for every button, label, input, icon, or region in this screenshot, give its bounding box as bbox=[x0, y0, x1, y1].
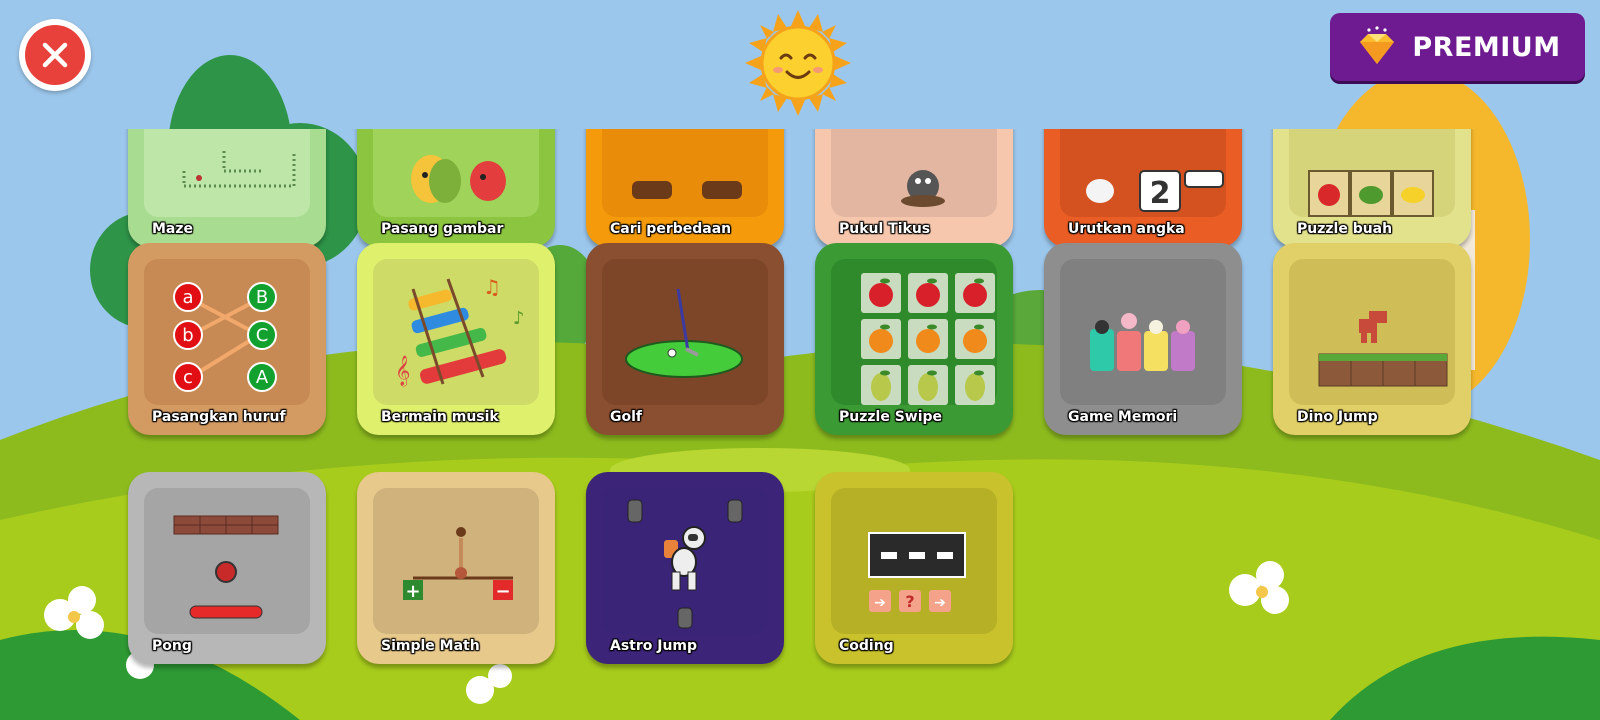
pear-icon bbox=[918, 373, 938, 401]
treble-clef-icon: 𝄞 bbox=[395, 355, 410, 387]
game-label: Puzzle Swipe bbox=[839, 409, 943, 425]
game-label: Simple Math bbox=[381, 638, 480, 654]
leaf bbox=[927, 278, 937, 284]
memory-cups-art bbox=[1090, 313, 1195, 371]
game-tile-maze[interactable]: Maze bbox=[128, 129, 326, 247]
apple-icon bbox=[963, 283, 987, 307]
leaf bbox=[974, 278, 984, 284]
game-grid[interactable]: Maze Pasang gambar Cari perbedaan Pukul … bbox=[0, 129, 1600, 720]
game-tile-cari-perbedaan[interactable]: Cari perbedaan bbox=[586, 129, 784, 247]
game-label: Urutkan angka bbox=[1068, 221, 1185, 237]
xylophone-art: 𝄞 ♫ ♪ bbox=[395, 275, 525, 387]
game-label: Cari perbedaan bbox=[610, 221, 732, 237]
coding-art: ➔ ? ➔ bbox=[868, 532, 966, 612]
game-label: Pasang gambar bbox=[381, 221, 504, 237]
apple-icon bbox=[916, 283, 940, 307]
music-note-icon: ♫ bbox=[483, 275, 501, 299]
orange-icon bbox=[916, 329, 940, 353]
astronaut-art bbox=[627, 499, 743, 629]
svg-text:C: C bbox=[256, 325, 269, 346]
close-icon bbox=[25, 25, 85, 85]
number-order-art: 2 bbox=[1086, 170, 1224, 212]
svg-text:a: a bbox=[182, 287, 193, 308]
game-label: Astro Jump bbox=[610, 638, 698, 654]
game-label: Puzzle buah bbox=[1297, 221, 1393, 237]
svg-text:c: c bbox=[183, 367, 193, 388]
letter-match-art: a b c B C A bbox=[173, 282, 277, 392]
game-tile-game-memori[interactable]: Game Memori bbox=[1044, 243, 1242, 435]
premium-button[interactable]: PREMIUM bbox=[1330, 13, 1585, 81]
leaf bbox=[927, 324, 937, 330]
orange-icon bbox=[869, 329, 893, 353]
svg-text:B: B bbox=[256, 287, 268, 308]
game-label: Bermain musik bbox=[381, 409, 499, 425]
arrow-right-icon: ➔ bbox=[934, 595, 946, 611]
dino-art bbox=[1318, 311, 1448, 387]
game-tile-pong[interactable]: Pong bbox=[128, 472, 326, 664]
diamond-icon bbox=[1360, 26, 1395, 64]
svg-text:+: + bbox=[405, 581, 420, 602]
fruit-grid-art bbox=[861, 273, 995, 405]
fruit-pair-art bbox=[411, 155, 506, 203]
premium-label: PREMIUM bbox=[1412, 31, 1561, 63]
game-label: Golf bbox=[610, 409, 642, 425]
game-tile-dino-jump[interactable]: Dino Jump bbox=[1273, 243, 1471, 435]
maze-art bbox=[182, 151, 296, 188]
game-tile-pasangkan-huruf[interactable]: a b c B C A Pasangkan huruf bbox=[128, 243, 326, 435]
game-label: Dino Jump bbox=[1297, 409, 1378, 425]
close-button[interactable] bbox=[19, 19, 91, 91]
svg-text:A: A bbox=[256, 367, 269, 388]
fruit-puzzle-art bbox=[1308, 170, 1434, 217]
game-tile-urutkan-angka[interactable]: 2 Urutkan angka bbox=[1044, 129, 1242, 247]
svg-text:−: − bbox=[495, 581, 510, 602]
leaf bbox=[880, 324, 890, 330]
game-label: Pukul Tikus bbox=[839, 221, 931, 237]
leaf bbox=[974, 370, 984, 376]
orange-icon bbox=[963, 329, 987, 353]
game-tile-puzzle-swipe[interactable]: Puzzle Swipe bbox=[815, 243, 1013, 435]
leaf bbox=[880, 370, 890, 376]
spot-difference-art bbox=[632, 181, 742, 199]
arrow-right-icon: ➔ bbox=[874, 595, 886, 611]
golf-art bbox=[625, 288, 743, 378]
pear-icon bbox=[965, 373, 985, 401]
game-label: Pong bbox=[152, 638, 192, 654]
game-tile-coding[interactable]: ➔ ? ➔ Coding bbox=[815, 472, 1013, 664]
game-label: Pasangkan huruf bbox=[152, 409, 286, 425]
svg-text:b: b bbox=[182, 325, 193, 346]
pong-art bbox=[173, 515, 279, 619]
leaf bbox=[927, 370, 937, 376]
game-tile-puzzle-buah[interactable]: Puzzle buah bbox=[1273, 129, 1471, 247]
math-balance-art: + − bbox=[403, 527, 513, 602]
pear-icon bbox=[871, 373, 891, 401]
game-tile-golf[interactable]: Golf bbox=[586, 243, 784, 435]
svg-text:?: ? bbox=[905, 592, 914, 611]
game-tile-pasang-gambar[interactable]: Pasang gambar bbox=[357, 129, 555, 247]
svg-text:2: 2 bbox=[1150, 176, 1171, 211]
game-tile-astro-jump[interactable]: Astro Jump bbox=[586, 472, 784, 664]
game-label: Coding bbox=[839, 638, 894, 654]
game-label: Game Memori bbox=[1068, 409, 1178, 425]
mole-art bbox=[901, 170, 945, 207]
sun-icon bbox=[745, 10, 851, 116]
game-tile-bermain-musik[interactable]: 𝄞 ♫ ♪ Bermain musik bbox=[357, 243, 555, 435]
game-label: Maze bbox=[152, 221, 194, 237]
leaf bbox=[974, 324, 984, 330]
apple-icon bbox=[869, 283, 893, 307]
leaf bbox=[880, 278, 890, 284]
music-note-icon: ♪ bbox=[513, 308, 525, 329]
game-tile-simple-math[interactable]: + − Simple Math bbox=[357, 472, 555, 664]
game-tile-pukul-tikus[interactable]: Pukul Tikus bbox=[815, 129, 1013, 247]
